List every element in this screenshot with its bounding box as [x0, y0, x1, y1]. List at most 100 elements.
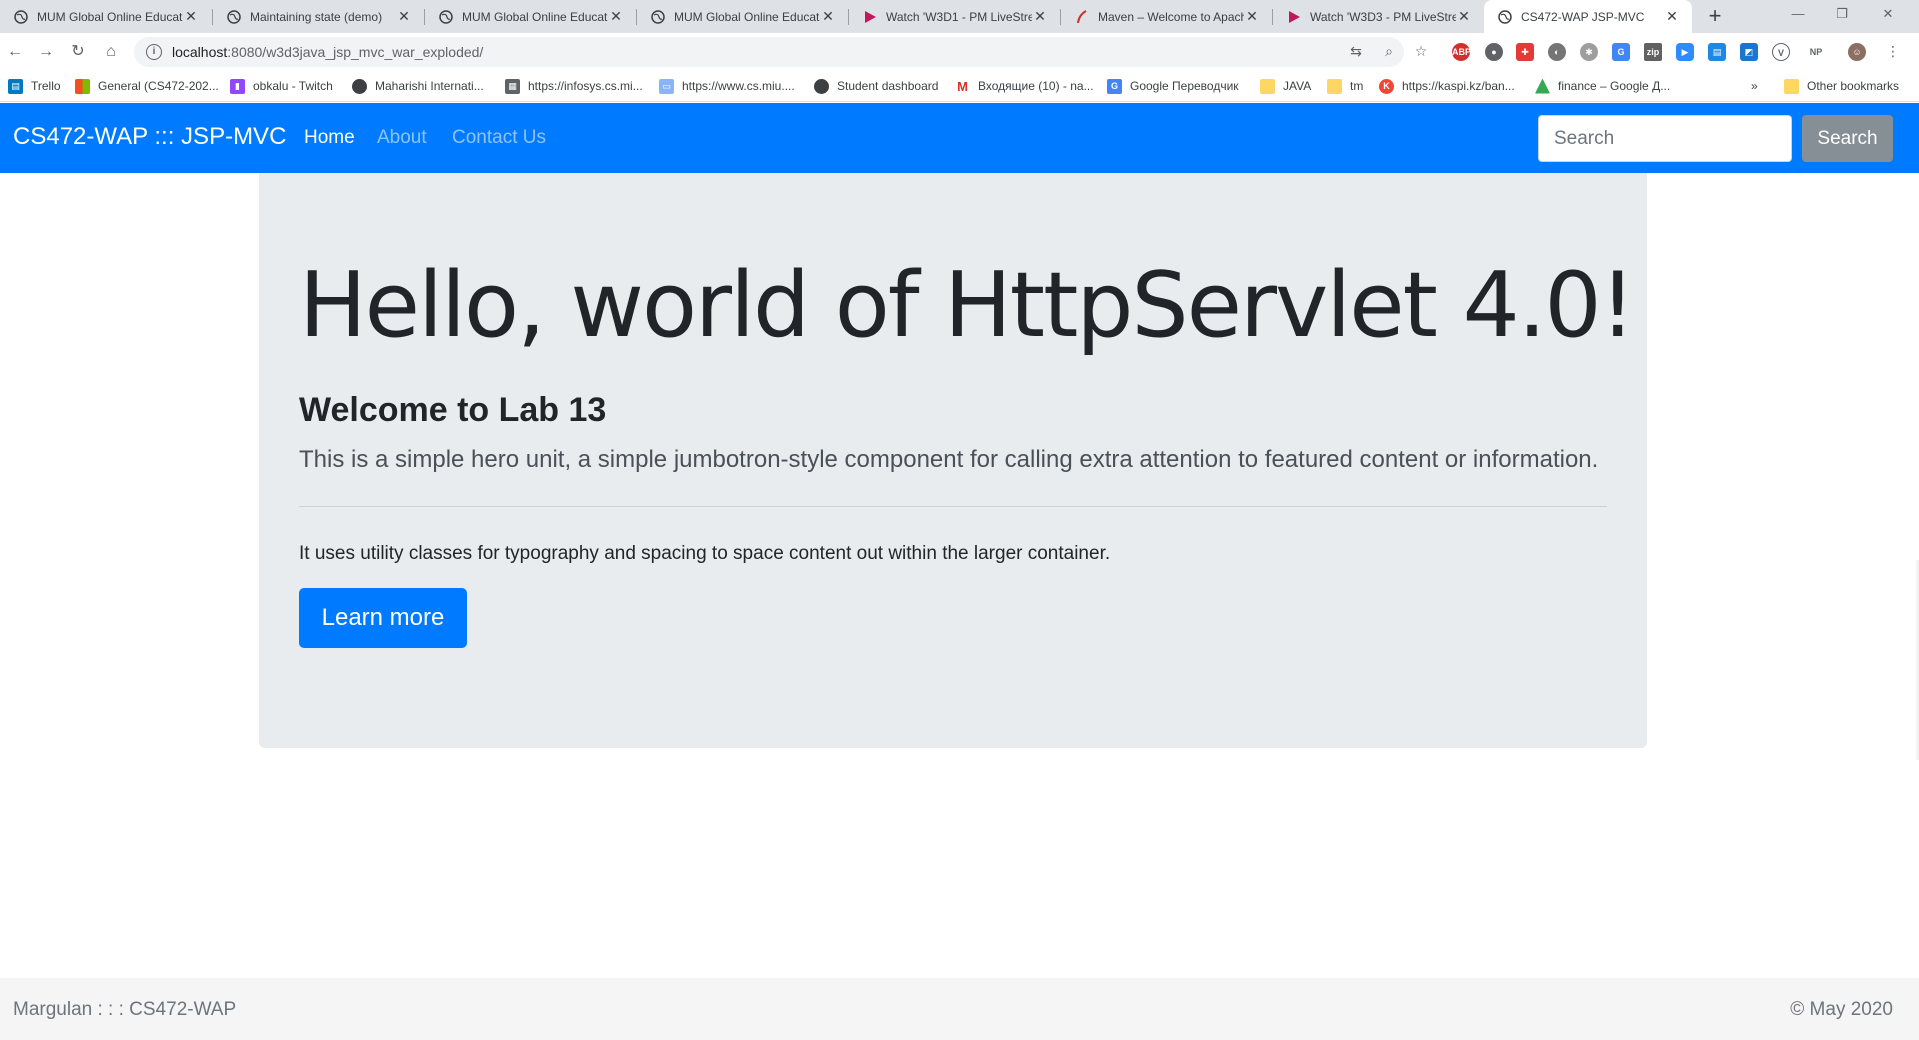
reload-icon[interactable]: ↻ — [67, 42, 89, 64]
nav-link-about[interactable]: About — [377, 127, 427, 149]
close-icon[interactable]: ✕ — [396, 8, 412, 25]
globe-icon — [227, 9, 241, 24]
back-icon[interactable]: ← — [4, 42, 26, 64]
puzzle-icon[interactable]: ✱ — [1580, 43, 1598, 61]
extension-icon[interactable]: ▤ — [1708, 43, 1726, 61]
twitch-icon: ▮ — [230, 78, 245, 94]
close-window-icon[interactable]: ✕ — [1868, 0, 1908, 33]
bookmark-item[interactable]: finance – Google Д... — [1535, 77, 1670, 95]
page-title: Welcome to Lab 13 — [299, 391, 607, 429]
close-icon[interactable]: ✕ — [1664, 8, 1680, 25]
close-icon[interactable]: ✕ — [1244, 8, 1260, 25]
browser-tab-active[interactable]: CS472-WAP JSP-MVC ✕ — [1484, 0, 1692, 33]
vpn-icon[interactable]: V — [1772, 43, 1790, 61]
browser-tab[interactable]: MUM Global Online Educati ✕ — [637, 0, 848, 33]
address-bar[interactable]: i localhost:8080/w3d3java_jsp_mvc_war_ex… — [134, 37, 1404, 67]
browser-tab[interactable]: MUM Global Online Educati ✕ — [425, 0, 636, 33]
bookmark-item[interactable]: M Входящие (10) - na... — [955, 77, 1094, 95]
brand-link[interactable]: CS472-WAP ::: JSP-MVC — [13, 123, 286, 151]
restore-icon[interactable]: ❐ — [1822, 0, 1862, 33]
jumbotron: Hello, world of HttpServlet 4.0! Welcome… — [259, 173, 1647, 748]
close-icon[interactable]: ✕ — [1456, 8, 1472, 25]
site-navbar: CS472-WAP ::: JSP-MVC Home About Contact… — [0, 103, 1919, 173]
tab-title: Watch 'W3D1 - PM LiveStre — [886, 9, 1032, 24]
extension-icon[interactable]: ◐ — [1548, 43, 1566, 61]
footer-copyright: © May 2020 — [1790, 999, 1893, 1020]
tab-title: MUM Global Online Educati — [462, 9, 608, 24]
bookmark-item[interactable]: Student dashboard — [814, 77, 938, 95]
bookmark-item[interactable]: ▤ Trello — [8, 77, 61, 95]
tab-title: Maintaining state (demo) — [250, 9, 383, 24]
microsoft-icon — [75, 78, 90, 94]
trello-icon: ▤ — [8, 78, 23, 94]
tab-title: Watch 'W3D3 - PM LiveStre — [1310, 9, 1456, 24]
adblock-icon[interactable]: ABP — [1452, 43, 1471, 61]
zoom-meeting-icon[interactable]: ▶ — [1676, 43, 1694, 61]
browser-toolbar: ← → ↻ ⌂ i localhost:8080/w3d3java_jsp_mv… — [0, 33, 1919, 71]
extension-icon[interactable]: ● — [1485, 43, 1503, 61]
folder-icon — [1784, 78, 1799, 94]
zip-icon[interactable]: zip — [1644, 43, 1662, 61]
translate-extension-icon[interactable]: G — [1612, 43, 1630, 61]
bookmark-item[interactable]: ▮ obkalu - Twitch — [230, 77, 333, 95]
info-icon[interactable]: i — [146, 44, 162, 60]
folder-icon — [1327, 78, 1342, 94]
tab-title: CS472-WAP JSP-MVC — [1521, 9, 1645, 24]
bookmark-item[interactable]: General (CS472-202... — [75, 77, 219, 95]
display-heading: Hello, world of HttpServlet 4.0! — [299, 253, 1636, 358]
gmail-icon: M — [955, 78, 970, 94]
translate-icon[interactable]: ⇆ — [1347, 42, 1365, 60]
bookmark-item[interactable]: tm — [1327, 77, 1363, 95]
bookmark-item[interactable]: G Google Переводчик — [1107, 77, 1239, 95]
body-text: It uses utility classes for typography a… — [299, 543, 1111, 564]
learn-more-button[interactable]: Learn more — [299, 588, 467, 648]
bookmark-item[interactable]: Khttps://kaspi.kz/ban... — [1379, 77, 1515, 95]
bookmark-item[interactable]: Maharishi Internati... — [352, 77, 484, 95]
nav-link-home[interactable]: Home — [304, 127, 355, 149]
google-translate-icon: G — [1107, 78, 1122, 94]
page-icon: ▭ — [659, 78, 674, 94]
tab-title: Maven – Welcome to Apach — [1098, 9, 1244, 24]
browser-tab[interactable]: Watch 'W3D1 - PM LiveStre ✕ — [849, 0, 1060, 33]
minimize-icon[interactable]: — — [1778, 0, 1818, 33]
search-input[interactable] — [1538, 115, 1792, 162]
other-bookmarks[interactable]: Other bookmarks — [1784, 77, 1899, 95]
extension-icon[interactable]: ◩ — [1740, 43, 1758, 61]
tab-title: MUM Global Online Educati — [37, 9, 183, 24]
play-icon — [863, 10, 877, 24]
close-icon[interactable]: ✕ — [1032, 8, 1048, 25]
globe-icon — [814, 78, 829, 94]
menu-icon[interactable]: ⋮ — [1884, 42, 1902, 60]
shield-icon[interactable]: ✚ — [1516, 43, 1534, 61]
browser-tab[interactable]: MUM Global Online Educati ✕ — [0, 0, 211, 33]
search-button[interactable]: Search — [1802, 115, 1893, 162]
zoom-icon[interactable]: ⌕ — [1380, 42, 1398, 60]
divider — [299, 506, 1607, 507]
forward-icon[interactable]: → — [35, 42, 57, 64]
bookmarks-overflow-button[interactable]: » — [1751, 77, 1758, 95]
folder-icon — [1260, 78, 1275, 94]
bookmarks-bar: ▤ Trello General (CS472-202... ▮ obkalu - … — [0, 71, 1919, 102]
url-text[interactable]: localhost:8080/w3d3java_jsp_mvc_war_expl… — [172, 44, 483, 60]
browser-tab[interactable]: Maven – Welcome to Apach ✕ — [1061, 0, 1272, 33]
bookmark-item[interactable]: ▦ https://infosys.cs.mi... — [505, 77, 643, 95]
window-edge — [1915, 560, 1919, 760]
nav-link-contact[interactable]: Contact Us — [452, 127, 546, 149]
globe-icon — [439, 9, 453, 24]
browser-tab[interactable]: Maintaining state (demo) ✕ — [213, 0, 424, 33]
google-drive-icon — [1535, 78, 1550, 94]
globe-icon — [352, 78, 367, 94]
home-icon[interactable]: ⌂ — [100, 42, 122, 64]
kaspi-icon: K — [1379, 78, 1394, 94]
bookmark-item[interactable]: ▭ https://www.cs.miu.... — [659, 77, 795, 95]
np-extension-icon[interactable]: NP — [1804, 43, 1828, 61]
close-icon[interactable]: ✕ — [183, 8, 199, 25]
star-icon[interactable]: ☆ — [1412, 42, 1430, 60]
bookmark-item[interactable]: JAVA — [1260, 77, 1311, 95]
browser-tabstrip: MUM Global Online Educati ✕ Maintaining … — [0, 0, 1919, 33]
close-icon[interactable]: ✕ — [608, 8, 624, 25]
new-tab-button[interactable]: + — [1702, 4, 1728, 30]
close-icon[interactable]: ✕ — [820, 8, 836, 25]
browser-tab[interactable]: Watch 'W3D3 - PM LiveStre ✕ — [1273, 0, 1484, 33]
avatar[interactable]: ☺ — [1848, 43, 1866, 61]
